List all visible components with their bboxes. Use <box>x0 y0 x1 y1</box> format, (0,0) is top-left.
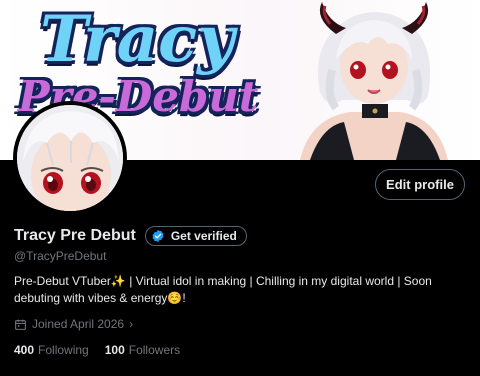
get-verified-label: Get verified <box>170 229 237 243</box>
following-count: 400 <box>14 343 35 357</box>
followers-label: Followers <box>128 343 181 357</box>
profile-avatar[interactable] <box>13 101 127 215</box>
profile-bio: Pre-Debut VTuber✨ | Virtual idol in maki… <box>14 274 432 305</box>
edit-profile-button[interactable]: Edit profile <box>375 169 465 200</box>
banner-title: Tracy Pre-Debut <box>18 8 258 118</box>
followers-link[interactable]: 100 Followers <box>105 343 180 357</box>
joined-date[interactable]: Joined April 2026 › <box>14 317 133 331</box>
followers-count: 100 <box>104 343 125 357</box>
joined-label: Joined April 2026 <box>32 317 125 331</box>
display-name: Tracy Pre Debut <box>14 227 136 244</box>
following-label: Following <box>38 343 89 357</box>
following-link[interactable]: 400 Following <box>14 343 89 357</box>
get-verified-button[interactable]: Get verified <box>144 226 247 246</box>
calendar-icon <box>15 319 26 330</box>
chevron-right-icon: › <box>129 317 134 331</box>
name-row: Tracy Pre Debut Get verified <box>14 226 247 246</box>
banner-character-art <box>300 2 448 160</box>
avatar-image <box>17 105 123 211</box>
profile-handle: @TracyPreDebut <box>14 249 107 263</box>
follow-stats: 400 Following 100 Followers <box>14 343 196 357</box>
banner-title-line1: Tracy <box>40 2 235 77</box>
verified-badge-icon <box>152 229 164 243</box>
